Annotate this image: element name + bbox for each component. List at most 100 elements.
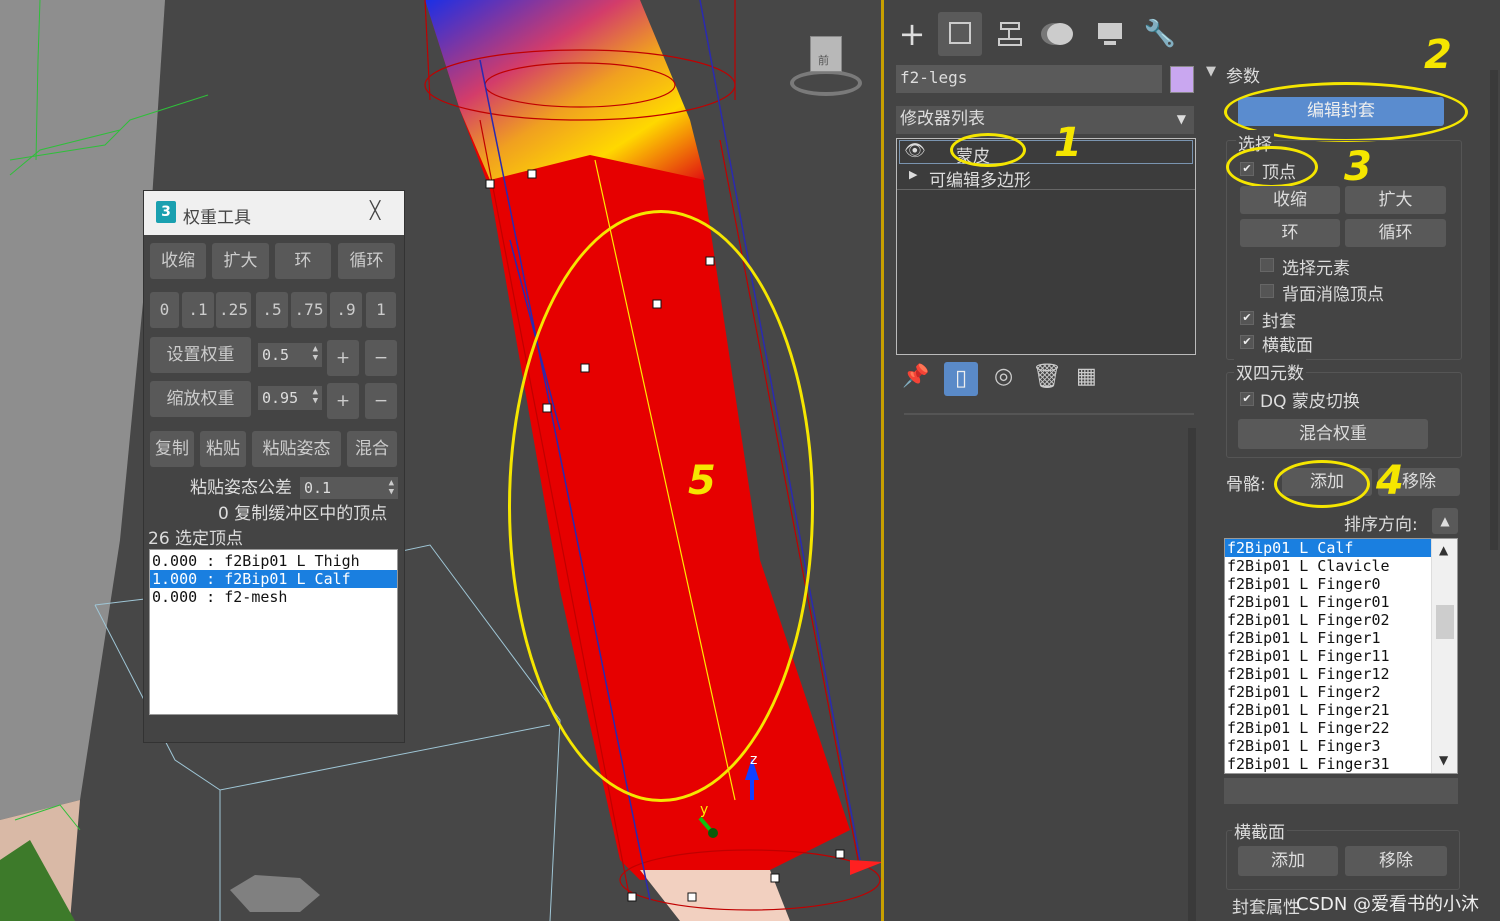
shrink-button[interactable]: 收缩	[1240, 186, 1340, 214]
close-icon[interactable]: ╳	[370, 201, 380, 221]
bones-list-scrollbar[interactable]: ▲ ▼	[1431, 539, 1457, 773]
utilities-tab[interactable]: 🔧	[1138, 12, 1182, 56]
blend-weights-button[interactable]: 混合权重	[1238, 419, 1428, 449]
scroll-thumb[interactable]	[1436, 605, 1454, 639]
vertices-checkbox[interactable]: ✔	[1240, 162, 1254, 176]
weight-preset-0.9[interactable]: .9	[330, 292, 362, 328]
wt-loop-button[interactable]: 循环	[338, 243, 395, 279]
set-weight-minus-button[interactable]: −	[365, 340, 397, 376]
watermark: CSDN @爱看书的小沐	[1296, 894, 1480, 915]
bone-name-field[interactable]	[1224, 778, 1458, 804]
cross-section-add-button[interactable]: 添加	[1238, 846, 1338, 876]
bone-list-item[interactable]: f2Bip01 L Finger0	[1225, 575, 1431, 593]
scale-weight-minus-button[interactable]: −	[365, 383, 397, 419]
object-color-swatch[interactable]	[1170, 66, 1194, 93]
modifier-list-dropdown[interactable]: 修改器列表 ▼	[896, 106, 1194, 134]
weight-list-row[interactable]: 0.000 : f2-mesh	[150, 588, 397, 606]
bone-list-item[interactable]: f2Bip01 L Finger21	[1225, 701, 1431, 719]
scroll-down-icon[interactable]: ▼	[1439, 753, 1448, 767]
scale-weight-button[interactable]: 缩放权重	[150, 381, 251, 417]
weight-preset-0.75[interactable]: .75	[291, 292, 327, 328]
blend-button[interactable]: 混合	[347, 431, 397, 467]
bone-list-item[interactable]: f2Bip01 L Finger3	[1225, 737, 1431, 755]
bone-list-item[interactable]: f2Bip01 L Finger11	[1225, 647, 1431, 665]
envelopes-checkbox[interactable]: ✔	[1240, 311, 1254, 325]
loop-button[interactable]: 循环	[1345, 219, 1446, 247]
bone-list-item[interactable]: f2Bip01 L Finger22	[1225, 719, 1431, 737]
add-bone-button[interactable]: 添加	[1282, 468, 1372, 496]
scale-weight-plus-button[interactable]: +	[327, 383, 359, 419]
spinner-arrows-icon[interactable]: ▲ ▼	[389, 479, 394, 497]
set-weight-spinner[interactable]: 0.5 ▲ ▼	[258, 343, 322, 367]
grow-button[interactable]: 扩大	[1345, 186, 1446, 214]
weight-preset-1[interactable]: 1	[366, 292, 396, 328]
weight-list[interactable]: 0.000 : f2Bip01 L Thigh 1.000 : f2Bip01 L…	[149, 549, 398, 715]
weight-tool-window[interactable]: 3 权重工具 ╳ 收缩 扩大 环 循环 0 .1 .25 .5 .75 .9 1…	[143, 190, 405, 743]
set-weight-button[interactable]: 设置权重	[150, 337, 251, 373]
eye-icon[interactable]: 👁	[904, 141, 926, 161]
modifier-stack[interactable]: 👁 蒙皮 ▶ 可编辑多边形	[896, 138, 1196, 355]
weight-list-row[interactable]: 1.000 : f2Bip01 L Calf	[150, 570, 397, 588]
weight-preset-0.5[interactable]: .5	[256, 292, 288, 328]
envelope-properties-label: 封套属性	[1232, 898, 1300, 918]
motion-tab[interactable]	[1038, 12, 1082, 56]
bone-list-item[interactable]: f2Bip01 L Finger01	[1225, 593, 1431, 611]
scale-weight-spinner[interactable]: 0.95 ▲ ▼	[258, 386, 322, 410]
cross-sections-checkbox[interactable]: ✔	[1240, 335, 1254, 349]
select-element-checkbox[interactable]	[1260, 258, 1274, 272]
weight-preset-0.1[interactable]: .1	[182, 292, 214, 328]
modify-tab[interactable]	[938, 12, 982, 56]
panel-scrollbar[interactable]	[1188, 428, 1196, 921]
weight-tool-titlebar[interactable]: 3 权重工具 ╳	[144, 191, 404, 235]
bone-list-item[interactable]: f2Bip01 L Finger1	[1225, 629, 1431, 647]
splitter[interactable]	[904, 413, 1194, 415]
rollout-collapse-icon[interactable]: ▼	[1206, 64, 1216, 79]
viewcube[interactable]: 前	[790, 32, 862, 102]
ring-button[interactable]: 环	[1240, 219, 1340, 247]
wt-shrink-button[interactable]: 收缩	[150, 243, 206, 279]
edit-envelope-button[interactable]: 编辑封套	[1238, 97, 1444, 126]
remove-modifier-icon[interactable]: 🗑	[1032, 362, 1062, 390]
dq-skinning-checkbox[interactable]: ✔	[1240, 392, 1254, 406]
bone-list-item[interactable]: f2Bip01 L Clavicle	[1225, 557, 1431, 575]
bone-list-item[interactable]: f2Bip01 L Finger31	[1225, 755, 1431, 773]
paste-tolerance-label: 粘贴姿态公差	[190, 478, 292, 498]
weight-list-row[interactable]: 0.000 : f2Bip01 L Thigh	[150, 552, 397, 570]
show-end-result-icon[interactable]: ▯	[944, 362, 978, 396]
paste-tolerance-spinner[interactable]: 0.1 ▲ ▼	[300, 477, 398, 499]
paste-pose-button[interactable]: 粘贴姿态	[252, 431, 341, 467]
bone-list-item[interactable]: f2Bip01 L Finger02	[1225, 611, 1431, 629]
stack-item-editable-poly[interactable]: ▶ 可编辑多边形	[899, 165, 1193, 191]
backface-cull-checkbox[interactable]	[1260, 284, 1274, 298]
cross-section-remove-button[interactable]: 移除	[1345, 846, 1447, 876]
object-name-field[interactable]: f2-legs	[896, 65, 1162, 93]
scroll-up-icon[interactable]: ▲	[1439, 543, 1448, 557]
set-weight-plus-button[interactable]: +	[327, 340, 359, 376]
create-tab[interactable]: +	[890, 12, 934, 56]
hierarchy-tab[interactable]	[988, 12, 1032, 56]
copy-button[interactable]: 复制	[150, 431, 194, 467]
bones-list[interactable]: f2Bip01 L Calf f2Bip01 L Clavicle f2Bip01 …	[1224, 538, 1458, 774]
bone-list-item[interactable]: f2Bip01 L Finger2	[1225, 683, 1431, 701]
params-rollout-title[interactable]: 参数	[1226, 62, 1260, 87]
wt-ring-button[interactable]: 环	[275, 243, 331, 279]
bone-list-item[interactable]: f2Bip01 L Finger12	[1225, 665, 1431, 683]
spinner-arrows-icon[interactable]: ▲ ▼	[313, 388, 318, 406]
stack-item-skin[interactable]: 👁 蒙皮	[899, 140, 1193, 167]
display-tab[interactable]	[1088, 12, 1132, 56]
sort-direction-button[interactable]: ▲	[1432, 508, 1458, 534]
pin-stack-icon[interactable]: 📌	[902, 364, 929, 389]
configure-sets-icon[interactable]: ▦	[1076, 364, 1097, 389]
3d-viewport[interactable]: z y 前 5 3 权重工具 ╳ 收缩 扩大 环 循环 0 .1 .25 .5 …	[0, 0, 883, 921]
stack-item-editable-poly-label: 可编辑多边形	[929, 171, 1031, 191]
expand-arrow-icon[interactable]: ▶	[909, 168, 917, 181]
weight-preset-0.25[interactable]: .25	[216, 292, 251, 328]
wt-grow-button[interactable]: 扩大	[212, 243, 269, 279]
rollout-scrollbar[interactable]	[1490, 70, 1498, 550]
spinner-arrows-icon[interactable]: ▲ ▼	[313, 345, 318, 363]
weight-preset-0[interactable]: 0	[150, 292, 179, 328]
paste-button[interactable]: 粘贴	[200, 431, 246, 467]
bone-list-item[interactable]: f2Bip01 L Calf	[1225, 539, 1431, 557]
chevron-down-icon: ▼	[1176, 112, 1186, 126]
make-unique-icon[interactable]: ◎	[994, 364, 1013, 389]
